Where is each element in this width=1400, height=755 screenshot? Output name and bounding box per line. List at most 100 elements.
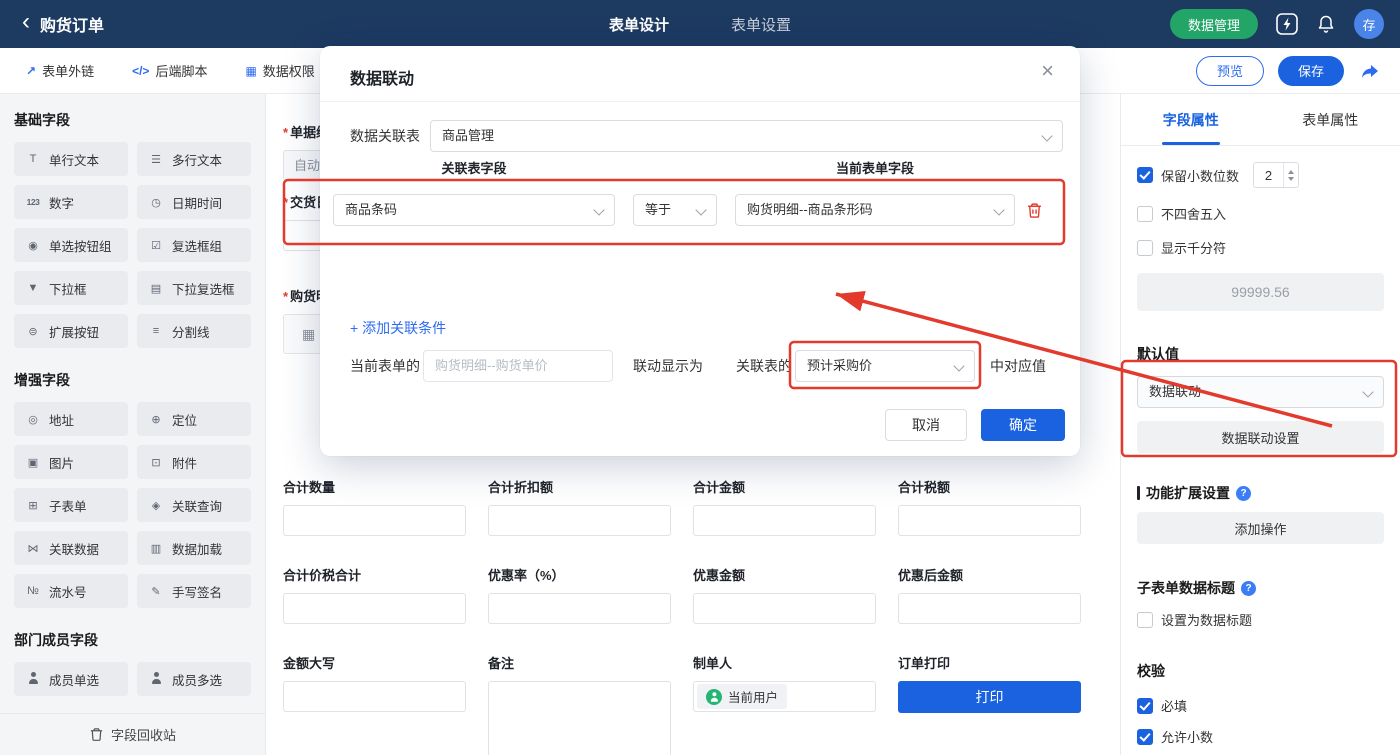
sidebar-field-subform[interactable]: ⊞ 子表单 xyxy=(14,488,128,522)
sidebar-field-member-multi[interactable]: 成员多选 xyxy=(137,662,251,696)
relation-table-select[interactable]: 商品管理 xyxy=(430,120,1063,152)
no-rounding-row: 不四舍五入 xyxy=(1137,204,1384,223)
form-field-total-discount: 合计折扣额 xyxy=(488,480,671,536)
sidebar-field-image[interactable]: ▣ 图片 xyxy=(14,445,128,479)
extension-settings-title: 功能扩展设置 ? xyxy=(1137,483,1384,503)
required-label: 必填 xyxy=(1161,699,1188,714)
divider-icon: ≡ xyxy=(152,325,160,337)
thousand-separator-checkbox[interactable] xyxy=(1137,239,1153,256)
sidebar-field-single-line-text[interactable]: T 单行文本 xyxy=(14,142,128,176)
bell-icon[interactable] xyxy=(1316,14,1336,34)
backend-script-item[interactable]: </> 后端脚本 xyxy=(132,61,207,80)
field-label: 单行文本 xyxy=(49,153,100,168)
form-field-total-amount: 合计金额 xyxy=(693,480,876,536)
sidebar-field-serial-number[interactable]: № 流水号 xyxy=(14,574,128,608)
tab-form-design[interactable]: 表单设计 xyxy=(609,14,669,35)
current-field-input[interactable]: 购货明细--购货单价 xyxy=(423,350,613,382)
sidebar-field-checkbox-group[interactable]: ☑ 复选框组 xyxy=(137,228,251,262)
decimal-places-label: 保留小数位数 xyxy=(1161,168,1240,184)
discount-amount-input[interactable] xyxy=(693,593,876,624)
data-manage-button[interactable]: 数据管理 xyxy=(1169,9,1258,39)
total-tax-input[interactable] xyxy=(898,505,1081,536)
sidebar-field-dropdown-multi[interactable]: ▤ 下拉复选框 xyxy=(137,271,251,305)
print-button[interactable]: 打印 xyxy=(898,681,1081,713)
toolbar-items: ↗ 表单外链 </> 后端脚本 ▦ 数据权限 xyxy=(26,61,315,80)
help-icon[interactable]: ? xyxy=(1241,580,1256,596)
help-icon[interactable]: ? xyxy=(1236,485,1251,501)
stepper-down-icon[interactable] xyxy=(1288,176,1295,181)
field-label: 关联数据 xyxy=(49,542,100,557)
delete-condition-icon[interactable] xyxy=(1026,202,1043,219)
discount-rate-input[interactable] xyxy=(488,593,671,624)
add-condition-link[interactable]: + 添加关联条件 xyxy=(350,318,446,338)
add-action-button[interactable]: 添加操作 xyxy=(1137,512,1384,544)
form-field-total-with-tax: 合计价税合计 xyxy=(283,568,466,624)
required-checkbox[interactable] xyxy=(1137,697,1153,714)
preview-button[interactable]: 预览 xyxy=(1195,55,1264,86)
set-as-title-checkbox[interactable] xyxy=(1137,611,1153,628)
attachment-icon: ⊡ xyxy=(151,456,161,469)
stepper-up-icon[interactable] xyxy=(1288,169,1295,174)
sidebar-field-location[interactable]: ⊕ 定位 xyxy=(137,402,251,436)
related-field-select[interactable]: 预计采购价 xyxy=(795,350,975,382)
condition-operator-select[interactable]: 等于 xyxy=(633,194,717,226)
share-icon[interactable] xyxy=(1358,59,1382,83)
toolbar-item-label: 表单外链 xyxy=(42,64,95,79)
back-button[interactable]: ‹ xyxy=(22,10,30,34)
close-icon[interactable]: × xyxy=(1041,58,1054,84)
default-value-select[interactable]: 数据联动 xyxy=(1137,376,1384,408)
field-label: 合计金额 xyxy=(693,480,746,495)
tab-field-properties[interactable]: 字段属性 xyxy=(1121,94,1261,145)
condition-target-select[interactable]: 购货明细--商品条形码 xyxy=(735,194,1015,226)
required-row: 必填 xyxy=(1137,696,1384,715)
creator-input[interactable]: 当前用户 xyxy=(693,681,876,712)
decimal-places-checkbox[interactable] xyxy=(1137,167,1153,183)
decimal-places-stepper[interactable]: 2 xyxy=(1253,162,1300,188)
tab-form-settings[interactable]: 表单设置 xyxy=(731,14,791,35)
sidebar-field-multi-line-text[interactable]: ☰ 多行文本 xyxy=(137,142,251,176)
field-recycle-bin[interactable]: 字段回收站 xyxy=(0,713,265,755)
sidebar-field-dropdown[interactable]: ▼ 下拉框 xyxy=(14,271,128,305)
avatar[interactable]: 存 xyxy=(1354,9,1384,39)
stepper-arrows[interactable] xyxy=(1283,163,1298,187)
total-with-tax-input[interactable] xyxy=(283,593,466,624)
sidebar-field-datetime[interactable]: ◷ 日期时间 xyxy=(137,185,251,219)
total-discount-input[interactable] xyxy=(488,505,671,536)
sidebar-field-radio-group[interactable]: ◉ 单选按钮组 xyxy=(14,228,128,262)
display-as-label: 联动显示为 xyxy=(633,358,703,374)
data-linkage-settings-button[interactable]: 数据联动设置 xyxy=(1137,421,1384,453)
cancel-button[interactable]: 取消 xyxy=(885,409,967,441)
topbar: ‹ 购货订单 表单设计 表单设置 数据管理 存 xyxy=(0,0,1400,48)
after-discount-amount-input[interactable] xyxy=(898,593,1081,624)
amount-in-words-input[interactable] xyxy=(283,681,466,712)
sidebar-field-signature[interactable]: ✎ 手写签名 xyxy=(137,574,251,608)
lightning-icon[interactable] xyxy=(1276,13,1298,35)
sidebar-field-number[interactable]: 123 数字 xyxy=(14,185,128,219)
related-table-label: 关联表的 xyxy=(736,358,792,374)
sidebar-field-linked-data[interactable]: ⋈ 关联数据 xyxy=(14,531,128,565)
tab-label: 字段属性 xyxy=(1162,111,1219,128)
no-rounding-checkbox[interactable] xyxy=(1137,205,1153,222)
title-text: 默认值 xyxy=(1137,346,1179,362)
sidebar-field-linked-query[interactable]: ◈ 关联查询 xyxy=(137,488,251,522)
sidebar-field-divider[interactable]: ≡ 分割线 xyxy=(137,314,251,348)
data-permission-item[interactable]: ▦ 数据权限 xyxy=(245,61,314,80)
set-as-title-row: 设置为数据标题 xyxy=(1137,610,1384,629)
toolbar-item-label: 数据权限 xyxy=(262,64,315,79)
sidebar-field-extension-button[interactable]: ⊜ 扩展按钮 xyxy=(14,314,128,348)
condition-field-select[interactable]: 商品条码 xyxy=(333,194,615,226)
total-quantity-input[interactable] xyxy=(283,505,466,536)
remarks-textarea[interactable] xyxy=(488,681,671,755)
sidebar-field-data-load[interactable]: ▥ 数据加载 xyxy=(137,531,251,565)
field-label: 下拉框 xyxy=(49,282,87,297)
total-amount-input[interactable] xyxy=(693,505,876,536)
tab-form-properties[interactable]: 表单属性 xyxy=(1261,94,1400,145)
form-external-link-item[interactable]: ↗ 表单外链 xyxy=(26,61,94,80)
save-button[interactable]: 保存 xyxy=(1277,55,1344,86)
sidebar-field-attachment[interactable]: ⊡ 附件 xyxy=(137,445,251,479)
app-screen: ‹ 购货订单 表单设计 表单设置 数据管理 存 ↗ 表单外链 </> 后端脚本 … xyxy=(0,0,1400,755)
sidebar-field-address[interactable]: ◎ 地址 xyxy=(14,402,128,436)
confirm-button[interactable]: 确定 xyxy=(981,409,1065,441)
sidebar-field-member-single[interactable]: 成员单选 xyxy=(14,662,128,696)
allow-decimal-checkbox[interactable] xyxy=(1137,728,1153,745)
